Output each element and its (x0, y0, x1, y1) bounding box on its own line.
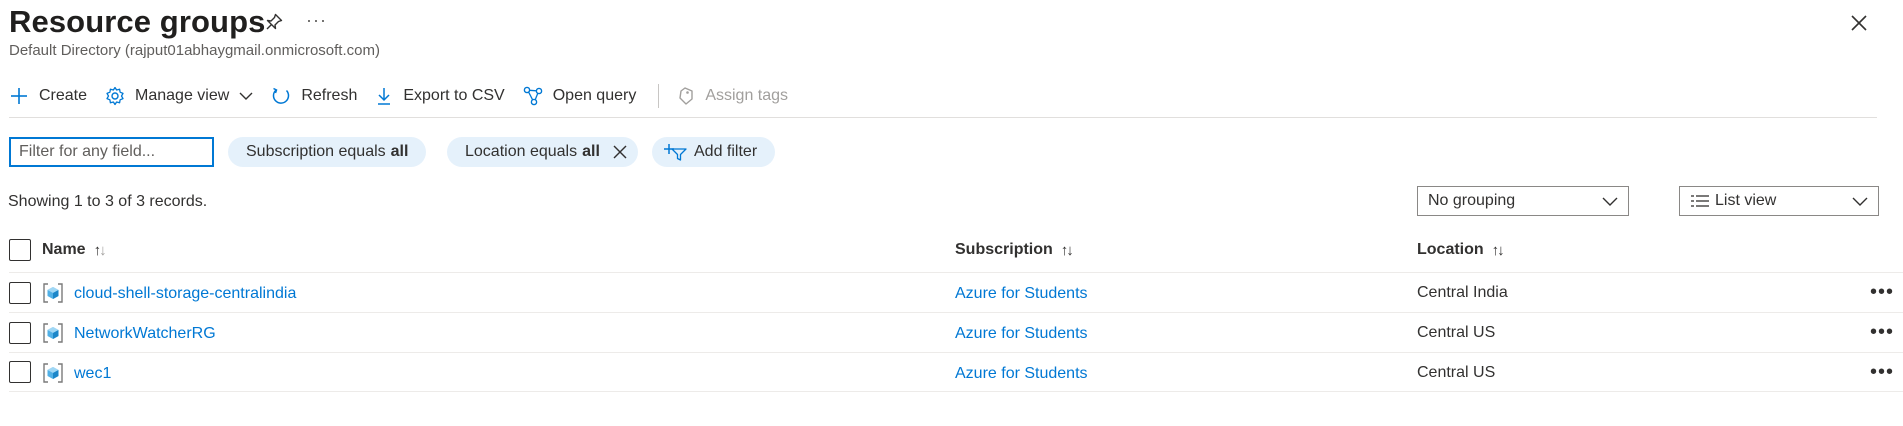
create-label: Create (39, 87, 88, 104)
record-count: Showing 1 to 3 of 3 records. (8, 193, 208, 210)
sort-icon[interactable]: ↑↓ (94, 242, 107, 259)
open-query-button[interactable]: Open query (523, 82, 637, 110)
row-more-button[interactable]: ••• (1870, 282, 1894, 302)
grouping-value: No grouping (1428, 192, 1516, 209)
header-divider (9, 272, 1903, 273)
subscription-link[interactable]: Azure for Students (955, 325, 1088, 343)
assign-tags-button[interactable]: Assign tags (677, 82, 788, 110)
refresh-icon (273, 87, 290, 104)
plus-icon (11, 88, 27, 104)
more-actions-button[interactable]: ··· (306, 10, 327, 31)
query-icon (523, 86, 543, 106)
toolbar-divider-line (9, 117, 1877, 118)
chevron-down-icon (1852, 197, 1868, 206)
column-header-name-label: Name (42, 241, 86, 258)
location-cell: Central India (1417, 284, 1508, 301)
row-checkbox[interactable] (9, 361, 31, 383)
row-more-button[interactable]: ••• (1870, 362, 1894, 382)
sort-icon[interactable]: ↑↓ (1061, 242, 1074, 259)
subscription-filter-pill[interactable]: Subscription equals all (228, 137, 427, 167)
chevron-down-icon (239, 92, 253, 100)
add-filter-icon (664, 144, 687, 161)
subscription-link[interactable]: Azure for Students (955, 365, 1088, 383)
resource-group-link[interactable]: cloud-shell-storage-centralindia (74, 285, 296, 303)
add-filter-label: Add filter (694, 143, 758, 160)
column-header-location-label: Location (1417, 241, 1484, 258)
pin-icon[interactable] (264, 12, 284, 32)
export-csv-button[interactable]: Export to CSV (375, 82, 505, 110)
toolbar-divider (658, 84, 660, 108)
resource-group-icon (43, 283, 63, 303)
location-filter-label: Location equals (465, 143, 578, 160)
filter-input[interactable] (9, 137, 214, 167)
select-all-checkbox[interactable] (9, 239, 31, 261)
refresh-label: Refresh (301, 87, 358, 104)
column-header-name[interactable]: Name ↑↓ (42, 241, 107, 259)
manage-view-button[interactable]: Manage view (105, 82, 253, 110)
row-checkbox[interactable] (9, 322, 31, 344)
open-query-label: Open query (552, 87, 637, 104)
grouping-dropdown[interactable]: No grouping (1417, 186, 1629, 216)
gear-icon (106, 86, 124, 106)
command-bar: Create Manage view Refresh Export to CSV (9, 82, 806, 110)
resource-group-icon (43, 363, 63, 383)
add-filter-button[interactable]: Add filter (652, 137, 776, 167)
resource-group-link[interactable]: NetworkWatcherRG (74, 325, 216, 343)
sort-icon[interactable]: ↑↓ (1492, 242, 1505, 259)
chevron-down-icon (1602, 197, 1618, 206)
view-value: List view (1715, 192, 1777, 209)
close-icon[interactable] (612, 144, 628, 160)
resource-group-link[interactable]: wec1 (74, 365, 111, 383)
column-header-subscription[interactable]: Subscription ↑↓ (955, 241, 1074, 259)
row-more-button[interactable]: ••• (1870, 322, 1894, 342)
row-divider (9, 391, 1903, 392)
view-dropdown[interactable]: List view (1679, 186, 1879, 216)
assign-tags-label: Assign tags (705, 87, 789, 104)
subscription-filter-label: Subscription equals (246, 143, 386, 160)
row-divider (9, 352, 1903, 353)
subscription-link[interactable]: Azure for Students (955, 285, 1088, 303)
directory-subtitle: Default Directory (rajput01abhaygmail.on… (9, 42, 380, 59)
resource-group-icon (43, 323, 63, 343)
location-filter-pill[interactable]: Location equals all (447, 137, 638, 167)
manage-view-label: Manage view (135, 87, 230, 104)
location-cell: Central US (1417, 364, 1496, 381)
subscription-filter-value: all (390, 143, 409, 160)
column-header-location[interactable]: Location ↑↓ (1417, 241, 1505, 259)
row-checkbox[interactable] (9, 282, 31, 304)
location-cell: Central US (1417, 324, 1496, 341)
export-csv-label: Export to CSV (403, 87, 505, 104)
column-header-subscription-label: Subscription (955, 241, 1053, 258)
close-icon[interactable] (1848, 12, 1870, 34)
download-icon (378, 88, 391, 105)
refresh-button[interactable]: Refresh (271, 82, 357, 110)
location-filter-value: all (582, 143, 600, 160)
list-view-icon (1691, 195, 1709, 207)
tag-icon (679, 87, 694, 105)
page-title: Resource groups (9, 4, 266, 39)
create-button[interactable]: Create (9, 82, 87, 110)
row-divider (9, 312, 1903, 313)
